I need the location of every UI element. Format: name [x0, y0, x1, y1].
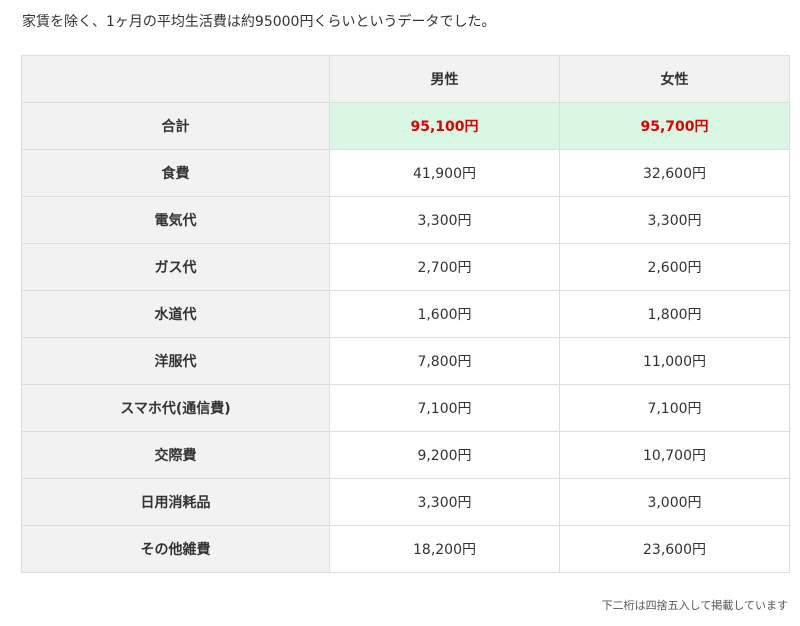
male-value: 7,800円: [329, 337, 560, 385]
female-value: 1,800円: [559, 290, 790, 338]
row-label: 水道代: [21, 290, 330, 338]
male-value: 41,900円: [329, 149, 560, 197]
row-label: 食費: [21, 149, 330, 197]
male-value: 18,200円: [329, 525, 560, 573]
male-value: 7,100円: [329, 384, 560, 432]
row-label: その他雑費: [21, 525, 330, 573]
female-value: 23,600円: [559, 525, 790, 573]
female-value: 2,600円: [559, 243, 790, 291]
row-label: 日用消耗品: [21, 478, 330, 526]
table-row: 交際費 9,200円 10,700円: [21, 431, 790, 479]
header-corner-cell: [21, 55, 330, 103]
table-header-row: 男性 女性: [21, 55, 790, 103]
table-row: スマホ代(通信費) 7,100円 7,100円: [21, 384, 790, 432]
female-value: 10,700円: [559, 431, 790, 479]
female-value: 3,300円: [559, 196, 790, 244]
living-cost-table: 男性 女性 合計 95,100円 95,700円 食費 41,900円 32,6…: [21, 55, 790, 573]
table-row: 日用消耗品 3,300円 3,000円: [21, 478, 790, 526]
row-label: 電気代: [21, 196, 330, 244]
row-label: 交際費: [21, 431, 330, 479]
header-male: 男性: [329, 55, 560, 103]
male-value: 2,700円: [329, 243, 560, 291]
table-row: ガス代 2,700円 2,600円: [21, 243, 790, 291]
female-value: 95,700円: [559, 102, 790, 150]
male-value: 3,300円: [329, 478, 560, 526]
male-value: 1,600円: [329, 290, 560, 338]
table-row: 電気代 3,300円 3,300円: [21, 196, 790, 244]
male-value: 9,200円: [329, 431, 560, 479]
row-label: 合計: [21, 102, 330, 150]
male-value: 3,300円: [329, 196, 560, 244]
table-row: その他雑費 18,200円 23,600円: [21, 525, 790, 573]
male-value: 95,100円: [329, 102, 560, 150]
table-row: 洋服代 7,800円 11,000円: [21, 337, 790, 385]
header-female: 女性: [559, 55, 790, 103]
row-label: 洋服代: [21, 337, 330, 385]
footnote: 下二桁は四捨五入して掲載しています: [601, 599, 788, 612]
female-value: 7,100円: [559, 384, 790, 432]
table-row-total: 合計 95,100円 95,700円: [21, 102, 790, 150]
row-label: スマホ代(通信費): [21, 384, 330, 432]
intro-text: 家賃を除く、1ヶ月の平均生活費は約95000円くらいというデータでした。: [22, 14, 496, 30]
table-row: 水道代 1,600円 1,800円: [21, 290, 790, 338]
female-value: 3,000円: [559, 478, 790, 526]
female-value: 11,000円: [559, 337, 790, 385]
table-row: 食費 41,900円 32,600円: [21, 149, 790, 197]
row-label: ガス代: [21, 243, 330, 291]
female-value: 32,600円: [559, 149, 790, 197]
